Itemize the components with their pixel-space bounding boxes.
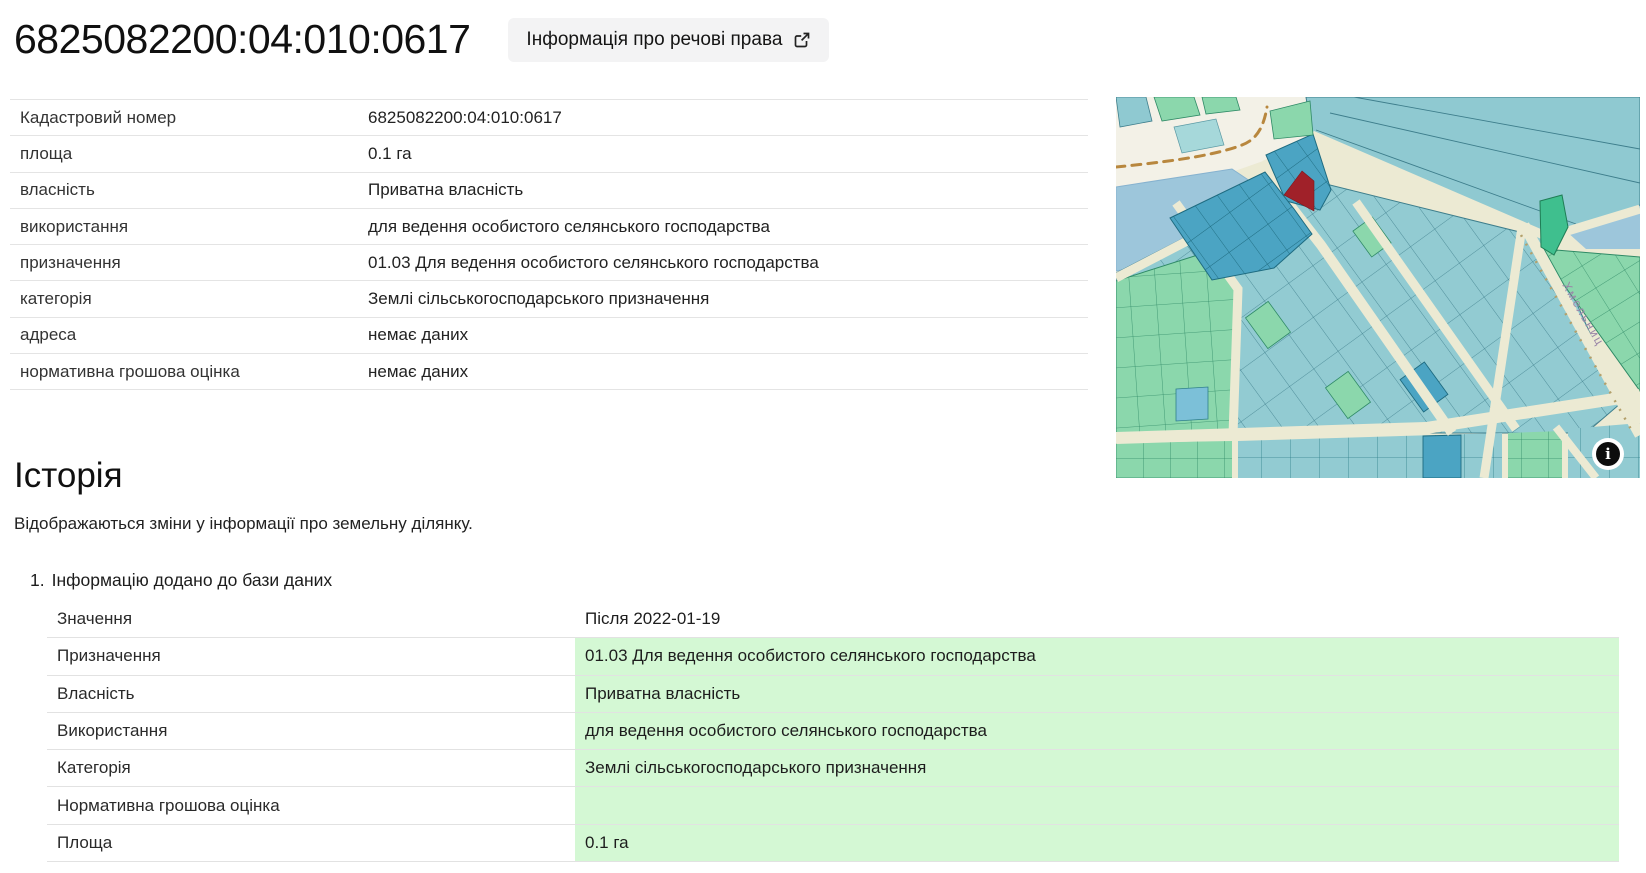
history-attribute-label: Категорія (47, 750, 575, 786)
property-rights-button-label: Інформація про речові права (526, 29, 782, 51)
history-description: Відображаються зміни у інформації про зе… (14, 514, 1630, 534)
table-row: використання для ведення особистого селя… (10, 209, 1088, 245)
attribute-label: адреса (10, 325, 358, 345)
parcel-attributes-table: Кадастровий номер 6825082200:04:010:0617… (10, 99, 1088, 390)
table-row: площа 0.1 га (10, 136, 1088, 172)
history-attribute-value: Землі сільськогосподарського призначення (575, 750, 1619, 786)
table-row: Призначення 01.03 Для ведення особистого… (47, 638, 1619, 675)
table-row: категорія Землі сільськогосподарського п… (10, 281, 1088, 317)
history-attribute-value: Приватна власність (575, 676, 1619, 712)
attribute-value: Приватна власність (358, 180, 1088, 200)
history-attribute-value: для ведення особистого селянського госпо… (575, 713, 1619, 749)
attribute-label: нормативна грошова оцінка (10, 362, 358, 382)
table-row: Значення Після 2022-01-19 (47, 601, 1619, 638)
history-attribute-label: Використання (47, 713, 575, 749)
property-rights-button[interactable]: Інформація про речові права (508, 18, 829, 62)
attribute-label: використання (10, 217, 358, 237)
table-row: Нормативна грошова оцінка (47, 787, 1619, 824)
table-row: Використання для ведення особистого селя… (47, 713, 1619, 750)
history-attribute-label: Призначення (47, 638, 575, 674)
table-row: адреса немає даних (10, 318, 1088, 354)
page-title: 6825082200:04:010:0617 (14, 16, 470, 63)
history-attribute-label: Нормативна грошова оцінка (47, 787, 575, 823)
attribute-label: призначення (10, 253, 358, 273)
history-change-table: Значення Після 2022-01-19 Призначення 01… (47, 601, 1619, 862)
history-attribute-value: 01.03 Для ведення особистого селянського… (575, 638, 1619, 674)
attribute-label: власність (10, 180, 358, 200)
history-event-number: 1. (30, 570, 45, 591)
history-attribute-label: Значення (47, 601, 575, 637)
attribute-value: 6825082200:04:010:0617 (358, 108, 1088, 128)
history-event-title: 1. Інформацію додано до бази даних (30, 570, 1630, 591)
history-attribute-label: Власність (47, 676, 575, 712)
history-attribute-value: 0.1 га (575, 825, 1619, 861)
table-row: Категорія Землі сільськогосподарського п… (47, 750, 1619, 787)
history-attribute-value: Після 2022-01-19 (575, 601, 1619, 637)
history-heading: Історія (14, 452, 1630, 500)
table-row: власність Приватна власність (10, 173, 1088, 209)
table-row: Площа 0.1 га (47, 825, 1619, 862)
attribute-value: 01.03 Для ведення особистого селянського… (358, 253, 1088, 273)
table-row: Власність Приватна власність (47, 676, 1619, 713)
attribute-value: Землі сільськогосподарського призначення (358, 289, 1088, 309)
attribute-value: 0.1 га (358, 144, 1088, 164)
table-row: Кадастровий номер 6825082200:04:010:0617 (10, 100, 1088, 136)
table-row: нормативна грошова оцінка немає даних (10, 354, 1088, 390)
history-attribute-label: Площа (47, 825, 575, 861)
history-attribute-value (575, 787, 1619, 823)
history-event-label: Інформацію додано до бази даних (52, 570, 333, 591)
attribute-label: Кадастровий номер (10, 108, 358, 128)
attribute-value: немає даних (358, 325, 1088, 345)
cadastral-map[interactable]: Хмельниц i (1116, 97, 1640, 478)
attribute-label: площа (10, 144, 358, 164)
attribute-value: немає даних (358, 362, 1088, 382)
history-section: Історія Відображаються зміни у інформаці… (14, 452, 1630, 862)
page-header: 6825082200:04:010:0617 Інформація про ре… (14, 16, 829, 63)
attribute-label: категорія (10, 289, 358, 309)
attribute-value: для ведення особистого селянського госпо… (358, 217, 1088, 237)
table-row: призначення 01.03 Для ведення особистого… (10, 245, 1088, 281)
external-link-icon (793, 31, 811, 49)
